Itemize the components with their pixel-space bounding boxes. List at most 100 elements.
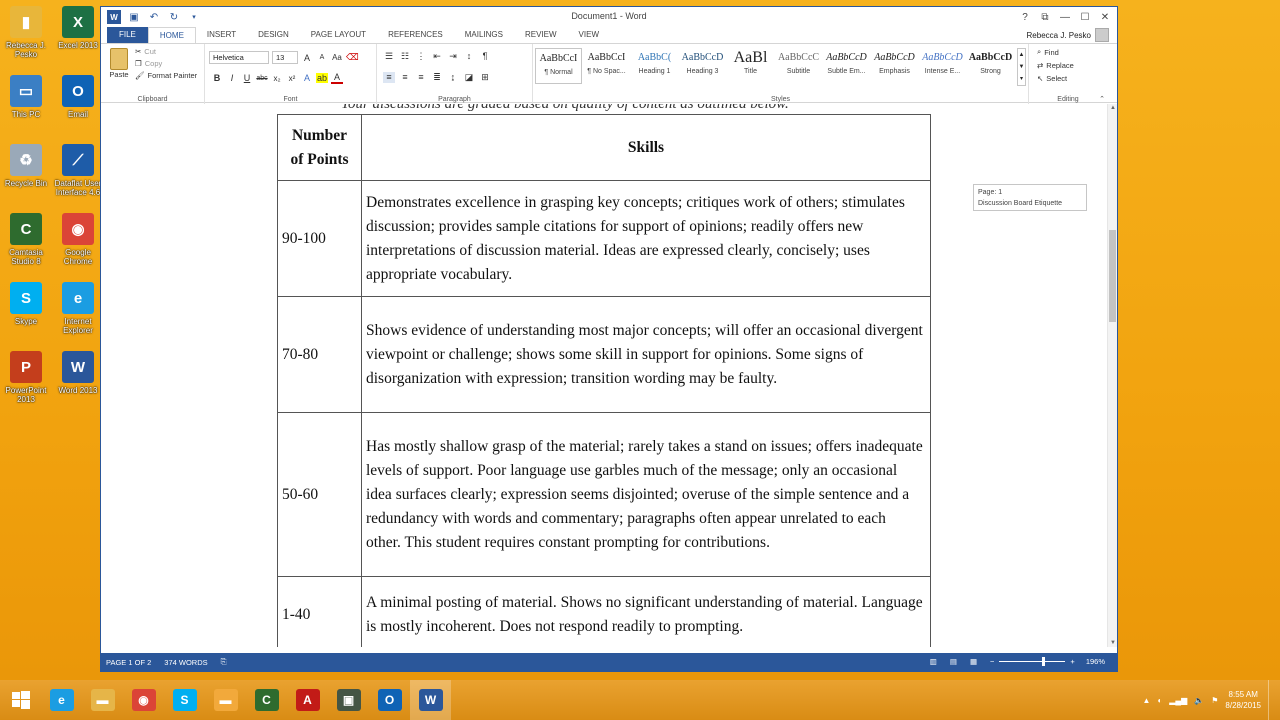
word-count[interactable]: 374 WORDS — [164, 658, 207, 667]
desktop-icon[interactable]: X Excel 2013 — [52, 4, 104, 73]
zoom-slider[interactable] — [999, 657, 1066, 666]
change-case-icon[interactable]: Aa — [331, 53, 343, 62]
tray-app-icon[interactable]: ◐ — [1157, 696, 1162, 705]
taskbar-button[interactable]: W — [410, 680, 451, 720]
style-item[interactable]: AaBbCcC Subtitle — [775, 48, 822, 84]
styles-scroll[interactable]: ▲ ▼ ▾ — [1017, 48, 1026, 86]
row-points[interactable]: 90-100 — [277, 180, 362, 297]
show-formatting-icon[interactable]: ¶ — [479, 51, 491, 62]
tab-home[interactable]: HOME — [147, 27, 196, 43]
bullets-icon[interactable]: ☰ — [383, 51, 395, 62]
align-left-icon[interactable]: ≡ — [383, 72, 395, 83]
tab-page-layout[interactable]: PAGE LAYOUT — [300, 27, 377, 43]
style-item[interactable]: AaBbC(Heading 1 — [631, 48, 678, 84]
scrollbar-thumb[interactable] — [1109, 230, 1116, 322]
desktop-icon[interactable]: C Camtasia Studio 8 — [0, 211, 52, 280]
collapse-ribbon-icon[interactable]: ⌃ — [1099, 95, 1105, 103]
row-skills[interactable]: Demonstrates excellence in grasping key … — [361, 180, 931, 297]
grow-font-icon[interactable]: A — [301, 53, 313, 63]
font-size-select[interactable]: 13 — [272, 51, 298, 64]
style-item[interactable]: AaBbCcD Emphasis — [871, 48, 918, 84]
taskbar-button[interactable]: C — [246, 680, 287, 720]
clock[interactable]: 8:55 AM 8/28/2015 — [1225, 689, 1261, 711]
document-page[interactable]: Your discussions are graded based on qua… — [277, 104, 931, 647]
find-button[interactable]: ⌕ Find — [1037, 47, 1074, 57]
font-color-icon[interactable]: A — [331, 72, 343, 84]
select-button[interactable]: ↖ Select — [1037, 74, 1074, 83]
zoom-out-icon[interactable]: − — [990, 657, 994, 666]
justify-icon[interactable]: ≣ — [431, 72, 443, 83]
minimize-button[interactable]: — — [1057, 9, 1073, 25]
desktop-icon[interactable]: ♻ Recycle Bin — [0, 142, 52, 211]
italic-icon[interactable]: I — [226, 73, 238, 83]
row-skills[interactable]: Has mostly shallow grasp of the material… — [361, 412, 931, 577]
help-button[interactable]: ? — [1017, 9, 1033, 25]
increase-indent-icon[interactable]: ⇥ — [447, 51, 459, 62]
tab-mailings[interactable]: MAILINGS — [454, 27, 514, 43]
row-points[interactable]: 70-80 — [277, 296, 362, 413]
paste-button[interactable]: Paste — [107, 48, 131, 79]
tab-insert[interactable]: INSERT — [196, 27, 247, 43]
numbering-icon[interactable]: ☷ — [399, 51, 411, 62]
volume-icon[interactable]: 🔈 — [1194, 696, 1204, 705]
header-points[interactable]: Number of Points — [277, 114, 362, 181]
tab-design[interactable]: DESIGN — [247, 27, 300, 43]
align-center-icon[interactable]: ≡ — [399, 72, 411, 83]
vertical-scrollbar[interactable]: ▲ ▼ — [1107, 104, 1117, 647]
proofing-icon[interactable]: ⎘ — [221, 657, 227, 667]
show-desktop-button[interactable] — [1268, 680, 1272, 720]
clear-formatting-icon[interactable]: ⌫ — [346, 52, 359, 63]
desktop-icon[interactable]: W Word 2013 — [52, 349, 104, 418]
grading-table[interactable]: Number of Points Skills 90-100 Demonstra… — [277, 114, 931, 647]
tab-file[interactable]: FILE — [107, 27, 148, 43]
page-count[interactable]: PAGE 1 OF 2 — [106, 658, 151, 667]
sort-icon[interactable]: ↕ — [463, 51, 475, 62]
style-item[interactable]: AaBl Title — [727, 48, 774, 84]
desktop-icon[interactable]: ▮ Rebecca J. Pesko — [0, 4, 52, 73]
document-area[interactable]: Your discussions are graded based on qua… — [101, 104, 1108, 647]
taskbar-button[interactable]: O — [369, 680, 410, 720]
desktop-icon[interactable]: ◉ Google Chrome — [52, 211, 104, 280]
taskbar-button[interactable]: ◉ — [123, 680, 164, 720]
style-item[interactable]: AaBbCcD Heading 3 — [679, 48, 726, 84]
highlight-icon[interactable]: ab — [316, 73, 328, 83]
close-button[interactable]: ✕ — [1097, 9, 1113, 25]
format-painter-button[interactable]: 🖌 Format Painter — [135, 71, 197, 80]
copy-button[interactable]: ❐ Copy — [135, 59, 197, 68]
desktop-icon[interactable]: ⟋ Dataflat User Interface 4.6 — [52, 142, 104, 211]
tab-view[interactable]: VIEW — [568, 27, 610, 43]
shrink-font-icon[interactable]: A — [316, 54, 328, 61]
start-button[interactable] — [0, 680, 41, 720]
style-item[interactable]: AaBbCcI ¶ Normal — [535, 48, 582, 84]
multilevel-list-icon[interactable]: ⋮ — [415, 51, 427, 62]
row-skills[interactable]: A minimal posting of material. Shows no … — [361, 576, 931, 647]
flag-icon[interactable]: ⚑ — [1211, 696, 1218, 705]
font-family-select[interactable]: Helvetica — [209, 51, 269, 64]
tray-expand-icon[interactable]: ▲ — [1143, 696, 1151, 705]
tab-review[interactable]: REVIEW — [514, 27, 568, 43]
align-right-icon[interactable]: ≡ — [415, 72, 427, 83]
cut-button[interactable]: ✂ Cut — [135, 47, 197, 56]
row-points[interactable]: 1-40 — [277, 576, 362, 647]
subscript-icon[interactable]: x₂ — [271, 74, 283, 83]
zoom-level[interactable]: 196% — [1086, 657, 1105, 666]
web-layout-icon[interactable]: ▦ — [970, 657, 977, 666]
row-skills[interactable]: Shows evidence of understanding most maj… — [361, 296, 931, 413]
text-effects-icon[interactable]: A — [301, 73, 313, 83]
tab-references[interactable]: REFERENCES — [377, 27, 454, 43]
desktop-icon[interactable]: P PowerPoint 2013 — [0, 349, 52, 418]
superscript-icon[interactable]: x² — [286, 74, 298, 83]
line-spacing-icon[interactable]: ↨ — [447, 72, 459, 83]
taskbar-button[interactable]: A — [287, 680, 328, 720]
maximize-button[interactable]: ☐ — [1077, 9, 1093, 25]
desktop-icon[interactable]: O Email — [52, 73, 104, 142]
style-item[interactable]: AaBbCcD Intense E... — [919, 48, 966, 84]
taskbar-button[interactable]: e — [41, 680, 82, 720]
user-account[interactable]: Rebecca J. Pesko — [1027, 28, 1109, 42]
scroll-up-icon[interactable]: ▲ — [1108, 105, 1118, 111]
taskbar-button[interactable]: ▬ — [205, 680, 246, 720]
style-item[interactable]: AaBbCcI ¶ No Spac... — [583, 48, 630, 84]
network-icon[interactable]: ▂▄▆ — [1169, 696, 1187, 705]
borders-icon[interactable]: ⊞ — [479, 72, 491, 83]
bold-icon[interactable]: B — [211, 73, 223, 83]
